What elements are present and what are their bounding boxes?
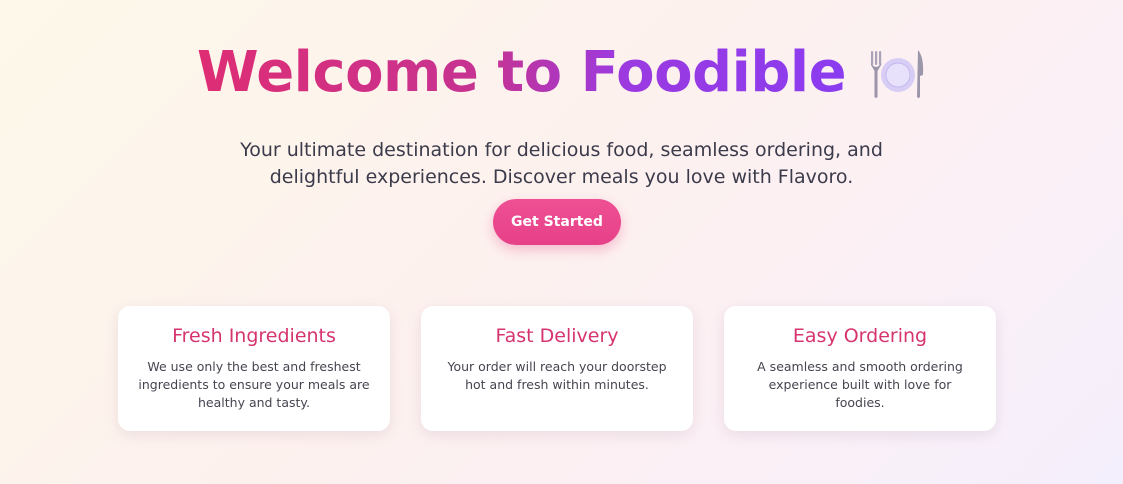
feature-card-description: We use only the best and freshest ingred… <box>138 359 370 410</box>
hero-title-row: Welcome to Foodible <box>0 38 1123 108</box>
feature-card-fast-delivery: Fast Delivery Your order will reach your… <box>421 306 693 431</box>
hero-subtitle-line-2: delightful experiences. Discover meals y… <box>269 166 854 188</box>
hero-subtitle-line-1: Your ultimate destination for delicious … <box>240 139 883 161</box>
feature-card-title: Fast Delivery <box>495 325 619 347</box>
feature-card-title: Easy Ordering <box>792 325 928 347</box>
page-title: Welcome to Foodible <box>197 38 847 108</box>
feature-card-title: Fresh Ingredients <box>172 325 336 347</box>
feature-card-description: Your order will reach your doorstep hot … <box>447 359 667 392</box>
plate-with-cutlery-icon <box>871 50 924 98</box>
feature-card-easy-ordering: Easy Ordering A seamless and smooth orde… <box>724 306 996 431</box>
get-started-button[interactable]: Get Started <box>493 199 621 245</box>
hero-subtitle: Your ultimate destination for delicious … <box>0 137 1123 191</box>
feature-card-description: A seamless and smooth ordering experienc… <box>757 359 963 410</box>
feature-card-fresh-ingredients: Fresh Ingredients We use only the best a… <box>118 306 390 431</box>
